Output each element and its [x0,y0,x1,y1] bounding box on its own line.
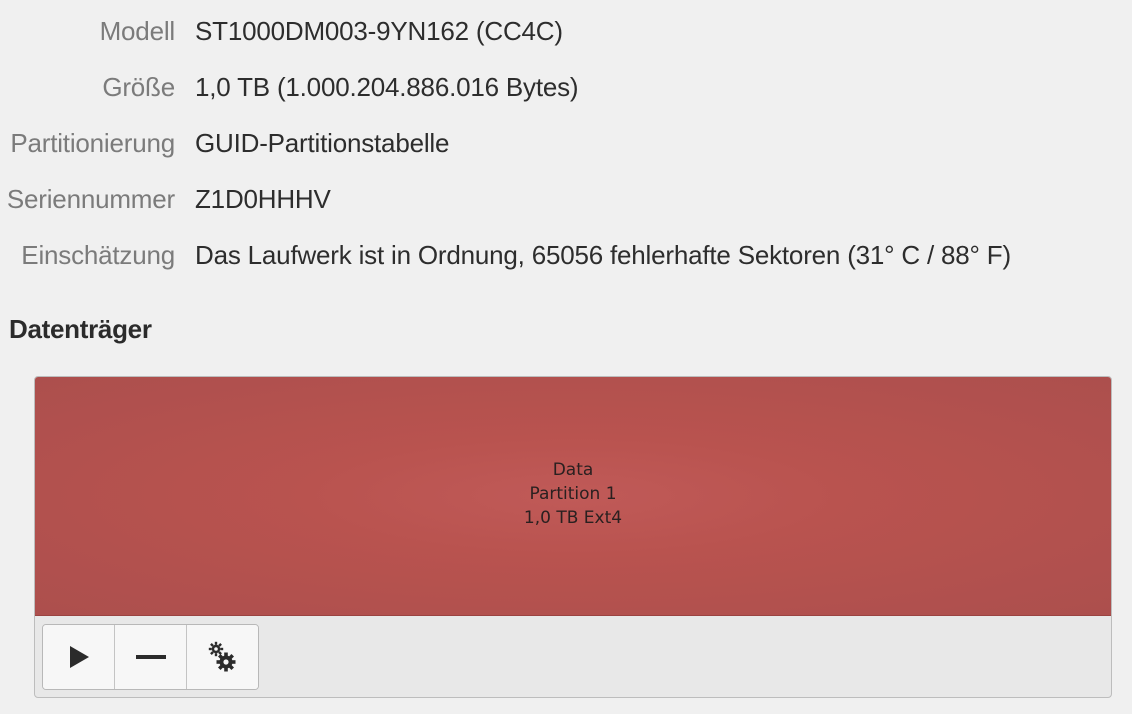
partitioning-label: Partitionierung [10,128,175,158]
size-value: 1,0 TB (1.000.204.886.016 Bytes) [195,72,579,102]
partition-1-block[interactable]: Data Partition 1 1,0 TB Ext4 [35,377,1111,616]
partitioning-value: GUID-Partitionstabelle [195,128,450,158]
partition-options-button[interactable] [187,625,258,689]
assessment-label: Einschätzung [21,240,175,270]
gears-icon [208,641,235,672]
partition-number: Partition 1 [529,484,617,504]
minus-icon [135,655,166,659]
volumes-section-title: Datenträger [9,314,152,344]
size-label: Größe [102,72,175,102]
volume-toolbar [42,624,259,690]
delete-partition-button[interactable] [115,625,187,689]
mount-button[interactable] [43,625,115,689]
volume-map: Data Partition 1 1,0 TB Ext4 [34,376,1112,698]
partition-info: Data Partition 1 1,0 TB Ext4 [35,458,1111,530]
partition-name: Data [552,460,594,480]
partition-size-filesystem: 1,0 TB Ext4 [523,508,623,528]
model-value: ST1000DM003-9YN162 (CC4C) [195,16,563,46]
play-icon [69,646,89,668]
serial-number-value: Z1D0HHHV [195,184,331,214]
model-label: Modell [99,16,176,46]
serial-number-label: Seriennummer [6,184,175,214]
assessment-value: Das Laufwerk ist in Ordnung, 65056 fehle… [195,240,1011,270]
